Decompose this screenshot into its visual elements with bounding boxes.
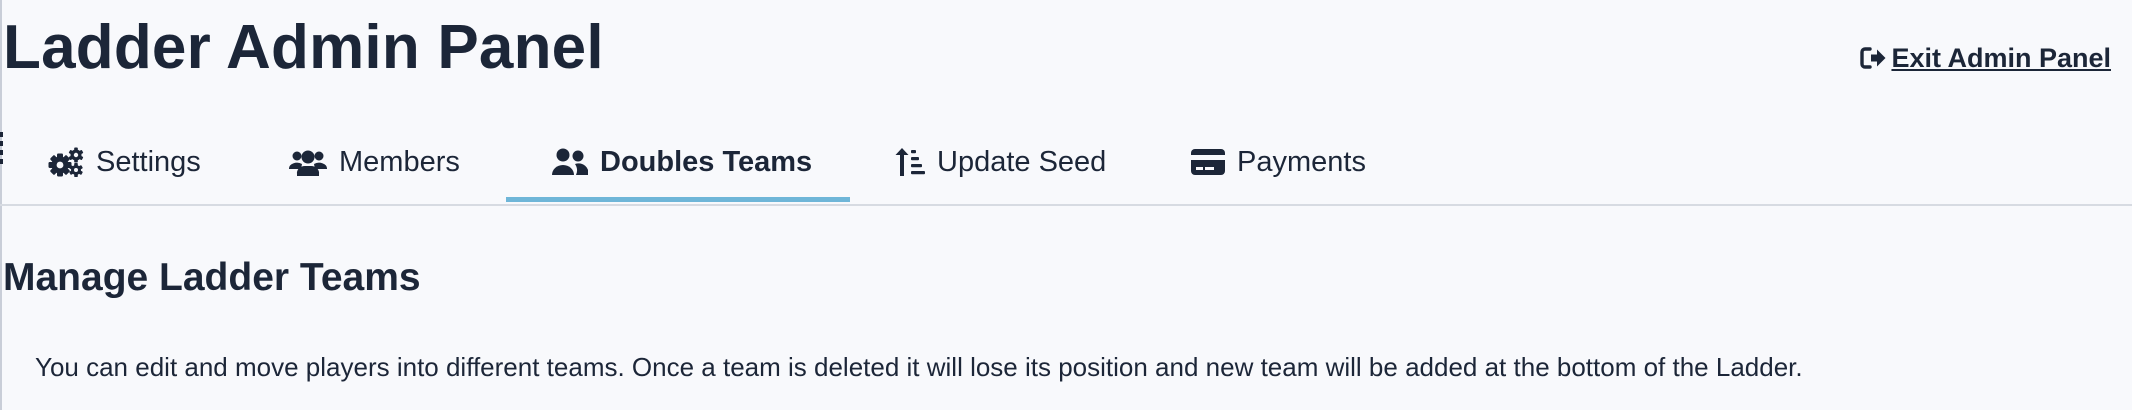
tab-members[interactable]: Members [289,120,460,204]
users-icon [289,148,327,176]
page-title: Ladder Admin Panel [3,13,604,82]
tab-settings-label: Settings [96,145,201,178]
tab-update-seed-label: Update Seed [937,145,1107,178]
tab-doubles-teams-label: Doubles Teams [600,145,813,178]
tab-payments[interactable]: Payments [1191,120,1366,204]
gears-icon [48,147,84,177]
tab-doubles-teams[interactable]: Doubles Teams [552,120,812,204]
tab-settings[interactable]: Settings [48,120,201,204]
admin-tabs: Settings Members Doubles Teams Update Se… [0,120,2132,206]
exit-admin-panel-label: Exit Admin Panel [1891,43,2111,73]
sign-out-icon [1859,44,1887,72]
credit-card-icon [1191,148,1225,176]
section-title: Manage Ladder Teams [3,256,421,299]
tab-members-label: Members [339,145,460,178]
section-description: You can edit and move players into diffe… [35,352,1803,382]
exit-admin-panel-link[interactable]: Exit Admin Panel [1859,42,2111,74]
active-tab-indicator [506,197,850,202]
user-group-icon [552,148,588,176]
tab-update-seed[interactable]: Update Seed [895,120,1106,204]
tab-payments-label: Payments [1237,145,1366,178]
sort-amount-up-icon [895,147,925,177]
